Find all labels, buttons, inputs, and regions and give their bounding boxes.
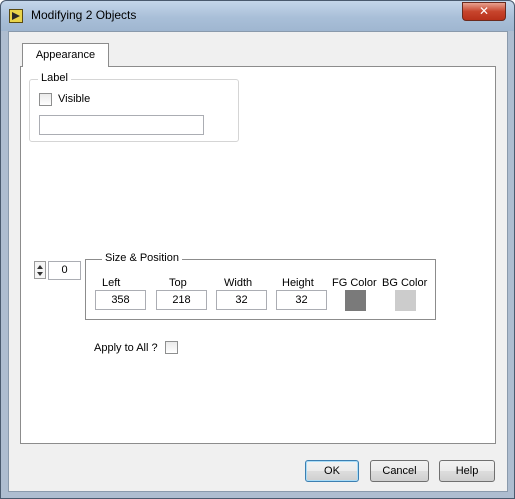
width-field[interactable]: 32 xyxy=(216,290,267,310)
size-position-title: Size & Position xyxy=(102,252,182,264)
bg-color-swatch[interactable] xyxy=(395,290,416,311)
visible-checkbox-label: Visible xyxy=(58,93,91,105)
spinner-down-icon[interactable] xyxy=(37,272,43,276)
top-label: Top xyxy=(169,277,187,289)
size-position-groupbox: Size & Position Left 358 Top 218 Width 3… xyxy=(85,252,436,320)
cancel-button[interactable]: Cancel xyxy=(370,460,429,482)
left-label: Left xyxy=(102,277,121,289)
ok-button[interactable]: OK xyxy=(305,460,359,482)
bg-color-label: BG Color xyxy=(382,277,428,289)
dialog-window: Modifying 2 Objects ✕ Appearance Label V… xyxy=(0,0,515,499)
dialog-client-area: Appearance Label Visible 0 Size & Positi… xyxy=(8,31,508,492)
window-title: Modifying 2 Objects xyxy=(31,8,137,22)
close-button[interactable]: ✕ xyxy=(462,2,506,21)
height-label: Height xyxy=(282,277,314,289)
visible-checkbox[interactable] xyxy=(39,93,52,106)
label-text-field[interactable] xyxy=(39,115,204,135)
appearance-panel: Label Visible 0 Size & Position Left 358… xyxy=(20,66,496,444)
help-button[interactable]: Help xyxy=(439,460,495,482)
width-label: Width xyxy=(224,277,253,289)
left-field[interactable]: 358 xyxy=(95,290,146,310)
spinner-up-icon[interactable] xyxy=(37,265,43,269)
label-group-title: Label xyxy=(38,72,71,84)
order-value-field[interactable]: 0 xyxy=(48,261,81,280)
apply-to-all-checkbox[interactable] xyxy=(165,341,178,354)
label-groupbox: Label Visible xyxy=(29,72,239,142)
height-field[interactable]: 32 xyxy=(276,290,327,310)
order-spinner[interactable] xyxy=(34,261,46,279)
tab-appearance[interactable]: Appearance xyxy=(22,43,109,67)
fg-color-swatch[interactable] xyxy=(345,290,366,311)
title-bar[interactable]: Modifying 2 Objects ✕ xyxy=(1,1,514,31)
labview-app-icon xyxy=(9,9,23,23)
apply-to-all-label: Apply to All ? xyxy=(94,342,158,354)
top-field[interactable]: 218 xyxy=(156,290,207,310)
fg-color-label: FG Color xyxy=(332,277,377,289)
